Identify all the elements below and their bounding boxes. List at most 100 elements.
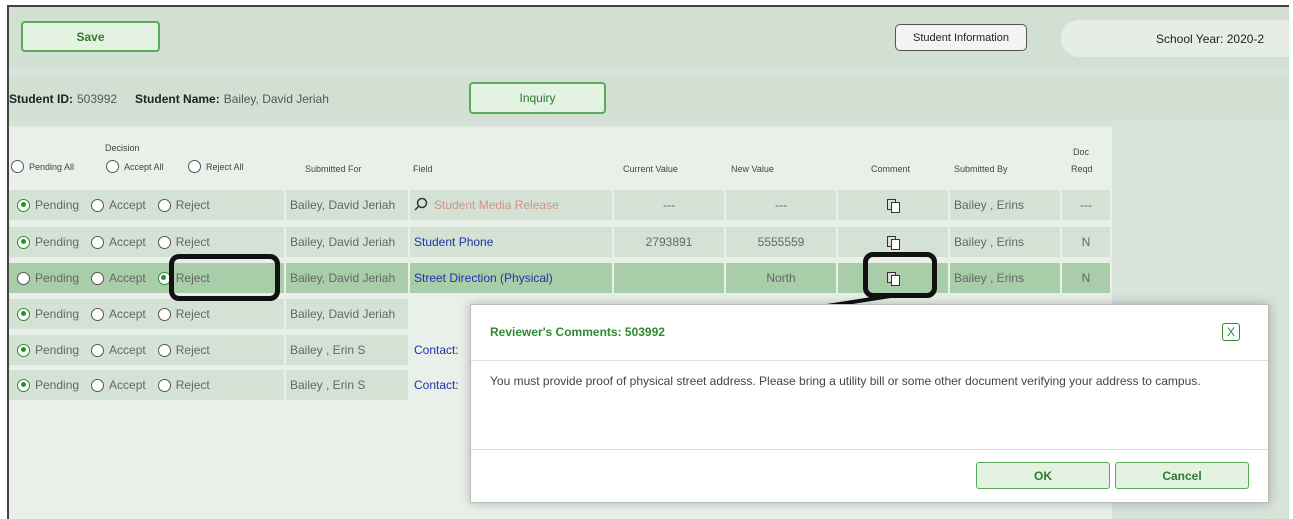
submitted-by-cell: Bailey , Erins bbox=[950, 190, 1060, 220]
pending-option[interactable]: Pending bbox=[17, 378, 79, 392]
field-cell[interactable]: Student Phone bbox=[410, 227, 612, 257]
dialog-title: Reviewer's Comments: 503992 bbox=[490, 325, 665, 339]
pending-all-radio[interactable] bbox=[11, 160, 24, 173]
accept-all-radio[interactable] bbox=[106, 160, 119, 173]
pending-option[interactable]: Pending bbox=[17, 343, 79, 357]
pending-option[interactable]: Pending bbox=[17, 271, 79, 285]
pending-label: Pending bbox=[35, 343, 80, 357]
top-toolbar: Save Student Information School Year: 20… bbox=[9, 7, 1289, 67]
reject-option[interactable]: Reject bbox=[157, 378, 210, 392]
pending-option[interactable]: Pending bbox=[17, 198, 79, 212]
decision-header: Decision bbox=[105, 143, 140, 153]
pending-radio[interactable] bbox=[17, 235, 30, 249]
cancel-button[interactable]: Cancel bbox=[1115, 462, 1249, 489]
submitted-for-cell: Bailey , Erin S bbox=[286, 370, 408, 400]
submitted-for-cell: Bailey , Erin S bbox=[286, 335, 408, 365]
field-link[interactable]: Student Media Release bbox=[434, 198, 559, 212]
pending-all-option[interactable]: Pending All bbox=[11, 160, 74, 173]
field-cell[interactable]: Street Direction (Physical) bbox=[410, 263, 612, 293]
field-link[interactable]: Student Phone bbox=[414, 235, 493, 249]
accept-option[interactable]: Accept bbox=[91, 198, 146, 212]
search-icon[interactable] bbox=[414, 197, 428, 214]
pending-option[interactable]: Pending bbox=[17, 235, 79, 249]
table-row: Pending Accept Reject Bailey, David Jeriah S… bbox=[9, 190, 1112, 220]
reject-radio[interactable] bbox=[157, 307, 171, 321]
field-cell[interactable]: Student Media Release bbox=[410, 190, 612, 220]
pending-radio[interactable] bbox=[17, 343, 30, 357]
submitted-for-cell: Bailey, David Jeriah bbox=[286, 263, 408, 293]
pending-radio[interactable] bbox=[17, 271, 30, 285]
reject-label: Reject bbox=[175, 378, 210, 392]
reject-label: Reject bbox=[175, 198, 210, 212]
student-information-button[interactable]: Student Information bbox=[895, 24, 1027, 51]
inquiry-button[interactable]: Inquiry bbox=[469, 82, 606, 114]
col-field: Field bbox=[413, 164, 433, 174]
reject-radio[interactable] bbox=[157, 378, 171, 392]
reject-label: Reject bbox=[175, 343, 210, 357]
accept-radio[interactable] bbox=[91, 235, 105, 249]
accept-option[interactable]: Accept bbox=[91, 343, 146, 357]
reject-all-option[interactable]: Reject All bbox=[188, 160, 244, 173]
accept-option[interactable]: Accept bbox=[91, 271, 146, 285]
dialog-footer: OK Cancel bbox=[471, 449, 1268, 503]
accept-option[interactable]: Accept bbox=[91, 378, 146, 392]
accept-radio[interactable] bbox=[91, 198, 105, 212]
field-link[interactable]: Contact: bbox=[414, 378, 459, 392]
reject-all-label: Reject All bbox=[206, 161, 244, 172]
student-name-value: Bailey, David Jeriah bbox=[223, 92, 329, 106]
pending-label: Pending bbox=[35, 271, 80, 285]
close-icon[interactable]: X bbox=[1222, 323, 1240, 341]
accept-option[interactable]: Accept bbox=[91, 235, 146, 249]
accept-radio[interactable] bbox=[91, 378, 105, 392]
save-button[interactable]: Save bbox=[21, 21, 160, 52]
col-current-value: Current Value bbox=[623, 164, 678, 174]
reject-label: Reject bbox=[175, 307, 210, 321]
decision-cell: Pending Accept Reject bbox=[9, 227, 284, 257]
accept-radio[interactable] bbox=[91, 271, 105, 285]
field-link[interactable]: Contact: bbox=[414, 343, 459, 357]
accept-label: Accept bbox=[109, 235, 146, 249]
accept-radio[interactable] bbox=[91, 343, 105, 357]
reject-all-radio[interactable] bbox=[188, 160, 201, 173]
col-submitted-by: Submitted By bbox=[954, 164, 1008, 174]
accept-label: Accept bbox=[109, 198, 146, 212]
document-copy-icon[interactable] bbox=[887, 199, 900, 213]
school-year-label: School Year: 2020-2 bbox=[1156, 31, 1265, 46]
ok-button[interactable]: OK bbox=[976, 462, 1110, 489]
col-comment: Comment bbox=[871, 164, 911, 174]
col-doc: Doc bbox=[1073, 147, 1090, 157]
reject-radio[interactable] bbox=[157, 235, 171, 249]
app-frame: Save Student Information School Year: 20… bbox=[7, 5, 1289, 519]
pending-radio[interactable] bbox=[17, 378, 30, 392]
doc-reqd-cell: --- bbox=[1062, 190, 1110, 220]
accept-label: Accept bbox=[109, 271, 146, 285]
col-new-value: New Value bbox=[731, 164, 774, 174]
new-value-cell: --- bbox=[726, 190, 836, 220]
pending-option[interactable]: Pending bbox=[17, 307, 79, 321]
decision-cell: Pending Accept Reject bbox=[9, 335, 284, 365]
reject-label: Reject bbox=[175, 235, 210, 249]
reject-option[interactable]: Reject bbox=[157, 235, 210, 249]
dialog-message: You must provide proof of physical stree… bbox=[490, 374, 1201, 388]
accept-all-label: Accept All bbox=[124, 161, 164, 172]
student-id-label: Student ID: bbox=[9, 92, 73, 106]
field-link[interactable]: Street Direction (Physical) bbox=[414, 271, 553, 285]
dialog-header: Reviewer's Comments: 503992 X bbox=[471, 305, 1268, 361]
doc-reqd-cell: N bbox=[1062, 263, 1110, 293]
reject-option[interactable]: Reject bbox=[157, 198, 210, 212]
decision-cell: Pending Accept Reject bbox=[9, 299, 284, 329]
reject-radio[interactable] bbox=[157, 198, 171, 212]
document-copy-icon[interactable] bbox=[887, 236, 900, 250]
pending-radio[interactable] bbox=[17, 307, 30, 321]
doc-reqd-cell: N bbox=[1062, 227, 1110, 257]
table-row: Pending Accept Reject Bailey, David Jeriah S… bbox=[9, 227, 1112, 257]
new-value-cell: 5555559 bbox=[726, 227, 836, 257]
pending-radio[interactable] bbox=[17, 198, 30, 212]
accept-all-option[interactable]: Accept All bbox=[106, 160, 164, 173]
current-value-cell: 2793891 bbox=[614, 227, 724, 257]
reject-radio[interactable] bbox=[157, 343, 171, 357]
accept-option[interactable]: Accept bbox=[91, 307, 146, 321]
reject-option[interactable]: Reject bbox=[157, 343, 210, 357]
reject-option[interactable]: Reject bbox=[157, 307, 210, 321]
accept-radio[interactable] bbox=[91, 307, 105, 321]
